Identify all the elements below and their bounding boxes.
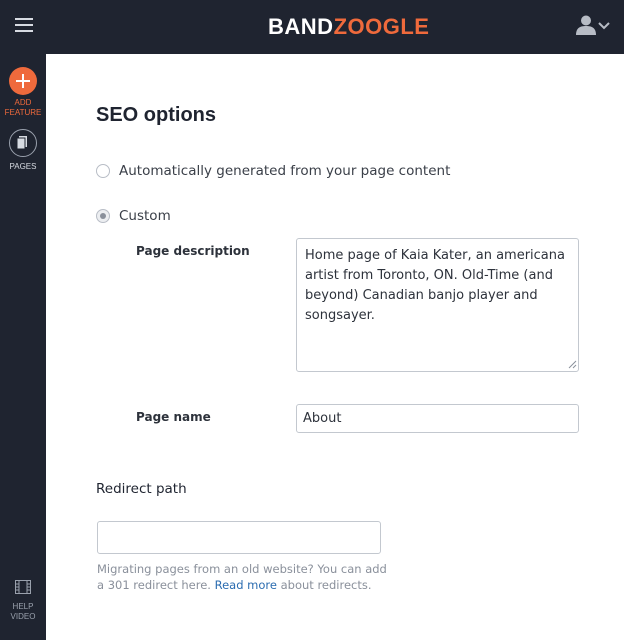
redirect-help-text: Migrating pages from an old website? You… [97, 561, 397, 593]
page-description-textarea[interactable]: Home page of Kaia Kater, an americana ar… [296, 238, 579, 372]
logo-part-band: BAND [268, 14, 334, 39]
add-feature-button[interactable] [9, 67, 37, 95]
pages-label[interactable]: PAGES [0, 162, 46, 172]
film-icon[interactable] [15, 580, 31, 594]
user-menu-button[interactable] [576, 14, 612, 38]
radio-option-auto[interactable]: Automatically generated from your page c… [96, 163, 450, 179]
left-rail: ADD FEATURE PAGES HELP VIDEO [0, 54, 46, 640]
radio-auto[interactable] [96, 164, 110, 178]
user-icon [576, 15, 610, 35]
add-feature-label-line1: ADD [14, 98, 32, 107]
page-name-input[interactable] [296, 404, 579, 433]
redirect-path-input[interactable] [97, 521, 381, 554]
help-text-after: about redirects. [276, 578, 372, 592]
read-more-link[interactable]: Read more [215, 578, 277, 592]
bandzoogle-logo[interactable]: BANDZOOGLE [268, 14, 429, 40]
chevron-down-icon [598, 22, 610, 30]
seo-options-panel: SEO options Automatically generated from… [46, 54, 624, 640]
pages-icon [16, 136, 27, 150]
radio-custom[interactable] [96, 209, 110, 223]
logo-part-zoogle: ZOOGLE [333, 14, 430, 39]
add-feature-label-line2: FEATURE [4, 108, 42, 117]
hamburger-icon[interactable] [15, 18, 33, 32]
add-feature-label[interactable]: ADD FEATURE [0, 98, 46, 118]
radio-auto-label[interactable]: Automatically generated from your page c… [119, 163, 450, 179]
help-video-label[interactable]: HELP VIDEO [0, 602, 46, 622]
radio-option-custom[interactable]: Custom [96, 208, 171, 224]
top-bar: BANDZOOGLE [0, 0, 624, 54]
help-video-label-line1: HELP [12, 602, 34, 611]
pages-button[interactable] [9, 129, 37, 157]
page-description-label: Page description [136, 244, 250, 258]
help-video-label-line2: VIDEO [10, 612, 36, 621]
page-name-label: Page name [136, 410, 211, 424]
radio-custom-label[interactable]: Custom [119, 208, 171, 224]
page-title: SEO options [96, 104, 216, 126]
redirect-path-label: Redirect path [96, 481, 187, 497]
